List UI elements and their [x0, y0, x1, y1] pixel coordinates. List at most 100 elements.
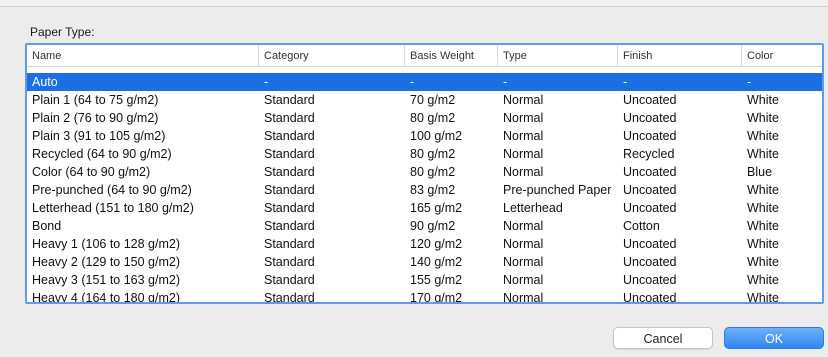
- table-row[interactable]: Heavy 3 (151 to 163 g/m2) Standard 155 g…: [27, 271, 822, 289]
- finish-cell: Uncoated: [623, 93, 677, 107]
- type-cell: Normal: [503, 273, 544, 287]
- category-cell: Standard: [264, 147, 315, 161]
- finish-cell: -: [623, 75, 628, 89]
- category-cell: Standard: [264, 111, 315, 125]
- category-cell: Standard: [264, 93, 315, 107]
- type-cell: -: [503, 75, 508, 89]
- color-cell: -: [747, 75, 752, 89]
- basis-weight-cell: 140 g/m2: [410, 255, 463, 269]
- color-cell: Blue: [747, 165, 773, 179]
- column-header-type[interactable]: Type: [497, 45, 617, 67]
- type-cell: Normal: [503, 165, 544, 179]
- type-cell: Letterhead: [503, 201, 563, 215]
- type-cell: Normal: [503, 291, 544, 304]
- finish-cell: Uncoated: [623, 165, 677, 179]
- finish-cell: Recycled: [623, 147, 675, 161]
- table-row[interactable]: Heavy 4 (164 to 180 g/m2) Standard 170 g…: [27, 289, 822, 304]
- name-cell: Plain 3 (91 to 105 g/m2): [32, 129, 166, 143]
- category-cell: Standard: [264, 183, 315, 197]
- name-cell: Heavy 4 (164 to 180 g/m2): [32, 291, 180, 304]
- finish-cell: Uncoated: [623, 273, 677, 287]
- category-cell: Standard: [264, 291, 315, 304]
- name-cell: Letterhead (151 to 180 g/m2): [32, 201, 194, 215]
- basis-weight-cell: 83 g/m2: [410, 183, 456, 197]
- basis-weight-cell: 80 g/m2: [410, 111, 456, 125]
- name-cell: Heavy 3 (151 to 163 g/m2): [32, 273, 180, 287]
- finish-cell: Uncoated: [623, 291, 677, 304]
- column-header-finish[interactable]: Finish: [617, 45, 741, 67]
- finish-cell: Cotton: [623, 219, 660, 233]
- finish-cell: Uncoated: [623, 237, 677, 251]
- type-cell: Normal: [503, 255, 544, 269]
- category-cell: Standard: [264, 255, 315, 269]
- basis-weight-cell: 155 g/m2: [410, 273, 463, 287]
- column-header-color[interactable]: Color: [741, 45, 822, 67]
- type-cell: Normal: [503, 219, 544, 233]
- table-row[interactable]: Heavy 2 (129 to 150 g/m2) Standard 140 g…: [27, 253, 822, 271]
- ok-button[interactable]: OK: [724, 327, 824, 349]
- basis-weight-cell: 70 g/m2: [410, 93, 456, 107]
- basis-weight-cell: 80 g/m2: [410, 147, 456, 161]
- basis-weight-cell: 90 g/m2: [410, 219, 456, 233]
- paper-type-heading: Paper Type:: [30, 25, 95, 39]
- table-row[interactable]: Letterhead (151 to 180 g/m2) Standard 16…: [27, 199, 822, 217]
- color-cell: White: [747, 129, 779, 143]
- name-cell: Plain 2 (76 to 90 g/m2): [32, 111, 159, 125]
- category-cell: Standard: [264, 273, 315, 287]
- column-header-basis-weight[interactable]: Basis Weight: [404, 45, 497, 67]
- color-cell: White: [747, 255, 779, 269]
- basis-weight-cell: 165 g/m2: [410, 201, 463, 215]
- category-cell: Standard: [264, 129, 315, 143]
- basis-weight-cell: -: [410, 75, 415, 89]
- cancel-button[interactable]: Cancel: [613, 327, 713, 349]
- color-cell: White: [747, 291, 779, 304]
- name-cell: Auto: [32, 75, 58, 89]
- basis-weight-cell: 100 g/m2: [410, 129, 463, 143]
- table-row[interactable]: Plain 2 (76 to 90 g/m2) Standard 80 g/m2…: [27, 109, 822, 127]
- color-cell: White: [747, 93, 779, 107]
- paper-type-table[interactable]: Name Category Basis Weight Type Finish C…: [25, 43, 824, 304]
- finish-cell: Uncoated: [623, 111, 677, 125]
- finish-cell: Uncoated: [623, 255, 677, 269]
- category-cell: -: [264, 75, 269, 89]
- table-row[interactable]: Heavy 1 (106 to 128 g/m2) Standard 120 g…: [27, 235, 822, 253]
- table-row[interactable]: Color (64 to 90 g/m2) Standard 80 g/m2 N…: [27, 163, 822, 181]
- paper-type-dialog: Paper Type: Name Category Basis Weight T…: [0, 6, 828, 357]
- category-cell: Standard: [264, 237, 315, 251]
- table-row[interactable]: Auto - - - - -: [27, 73, 822, 91]
- table-header: Name Category Basis Weight Type Finish C…: [27, 45, 822, 67]
- table-body: Auto - - - - - Plain 1 (64 to 75 g/m2) S…: [27, 73, 822, 304]
- table-row[interactable]: Recycled (64 to 90 g/m2) Standard 80 g/m…: [27, 145, 822, 163]
- type-cell: Normal: [503, 129, 544, 143]
- type-cell: Pre-punched Paper: [503, 183, 612, 197]
- type-cell: Normal: [503, 237, 544, 251]
- category-cell: Standard: [264, 219, 315, 233]
- basis-weight-cell: 80 g/m2: [410, 165, 456, 179]
- basis-weight-cell: 120 g/m2: [410, 237, 463, 251]
- column-header-category[interactable]: Category: [258, 45, 404, 67]
- basis-weight-cell: 170 g/m2: [410, 291, 463, 304]
- color-cell: White: [747, 219, 779, 233]
- table-row[interactable]: Pre-punched (64 to 90 g/m2) Standard 83 …: [27, 181, 822, 199]
- name-cell: Plain 1 (64 to 75 g/m2): [32, 93, 159, 107]
- type-cell: Normal: [503, 147, 544, 161]
- finish-cell: Uncoated: [623, 183, 677, 197]
- name-cell: Color (64 to 90 g/m2): [32, 165, 151, 179]
- name-cell: Heavy 1 (106 to 128 g/m2): [32, 237, 180, 251]
- table-row[interactable]: Bond Standard 90 g/m2 Normal Cotton Whit…: [27, 217, 822, 235]
- color-cell: White: [747, 201, 779, 215]
- color-cell: White: [747, 237, 779, 251]
- type-cell: Normal: [503, 93, 544, 107]
- finish-cell: Uncoated: [623, 129, 677, 143]
- name-cell: Pre-punched (64 to 90 g/m2): [32, 183, 192, 197]
- column-header-name[interactable]: Name: [27, 45, 258, 67]
- category-cell: Standard: [264, 165, 315, 179]
- category-cell: Standard: [264, 201, 315, 215]
- table-row[interactable]: Plain 1 (64 to 75 g/m2) Standard 70 g/m2…: [27, 91, 822, 109]
- color-cell: White: [747, 111, 779, 125]
- color-cell: White: [747, 273, 779, 287]
- color-cell: White: [747, 147, 779, 161]
- type-cell: Normal: [503, 111, 544, 125]
- table-row[interactable]: Plain 3 (91 to 105 g/m2) Standard 100 g/…: [27, 127, 822, 145]
- color-cell: White: [747, 183, 779, 197]
